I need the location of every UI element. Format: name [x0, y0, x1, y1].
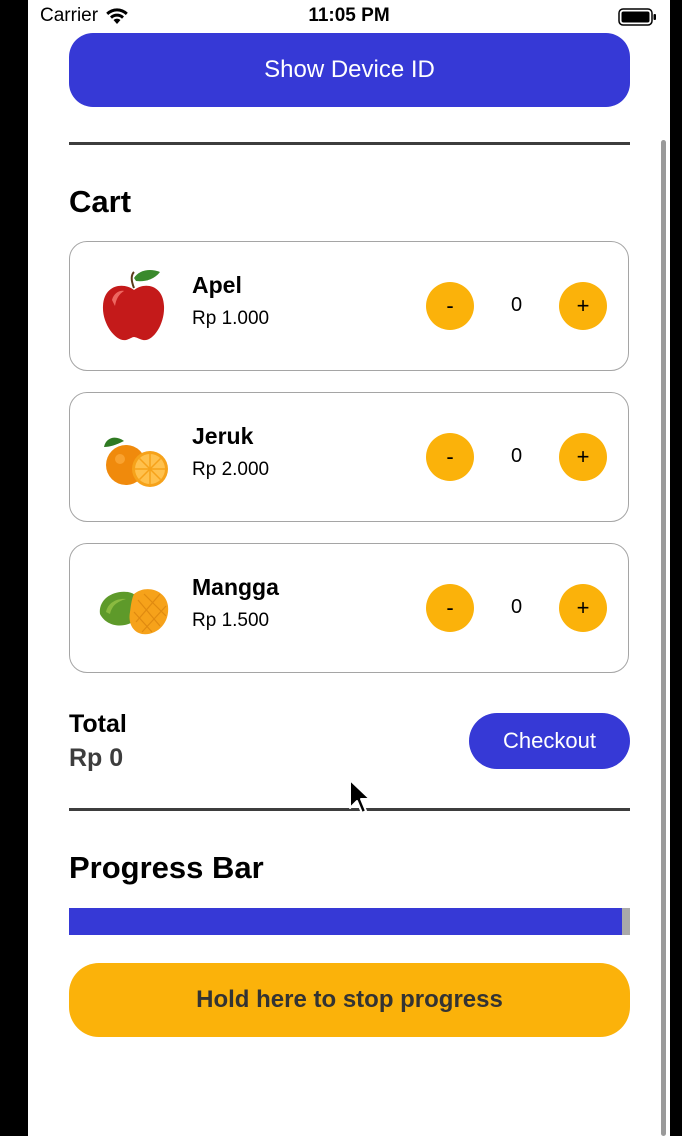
total-value: Rp 0 — [69, 744, 124, 772]
increase-button[interactable]: + — [559, 584, 607, 632]
hold-stop-progress-button[interactable]: Hold here to stop progress — [69, 963, 630, 1037]
increase-button[interactable]: + — [559, 282, 607, 330]
battery-icon — [618, 8, 656, 26]
quantity-value: 0 — [510, 596, 523, 618]
cart-item-mangga: Mangga Rp 1.500 - 0 + — [69, 543, 629, 673]
cart-item-apel: Apel Rp 1.000 - 0 + — [69, 241, 629, 371]
item-price: Rp 2.000 — [192, 459, 270, 480]
mango-icon — [99, 589, 169, 635]
decrease-button[interactable]: - — [426, 584, 474, 632]
decrease-button[interactable]: - — [426, 433, 474, 481]
item-name: Jeruk — [192, 423, 254, 449]
scrollbar[interactable] — [661, 140, 666, 1136]
mouse-cursor-icon — [349, 779, 371, 814]
checkout-button[interactable]: Checkout — [469, 713, 630, 769]
total-label: Total — [69, 710, 127, 738]
item-price: Rp 1.500 — [192, 610, 270, 631]
item-name: Apel — [192, 272, 242, 298]
decrease-button[interactable]: - — [426, 282, 474, 330]
progress-bar — [69, 908, 630, 935]
show-device-id-button[interactable]: Show Device ID — [69, 33, 630, 107]
progress-fill — [69, 908, 622, 935]
divider — [69, 142, 630, 145]
item-name: Mangga — [192, 574, 279, 600]
cart-item-jeruk: Jeruk Rp 2.000 - 0 + — [69, 392, 629, 522]
item-price: Rp 1.000 — [192, 308, 270, 329]
cart-title: Cart — [69, 184, 132, 219]
status-bar: Carrier 11:05 PM — [28, 0, 670, 32]
apple-icon — [102, 270, 165, 341]
progress-title: Progress Bar — [69, 850, 264, 885]
increase-button[interactable]: + — [559, 433, 607, 481]
app-screen: Carrier 11:05 PM Show Device ID Cart Ape… — [28, 0, 670, 1136]
quantity-value: 0 — [510, 445, 523, 467]
orange-icon — [104, 437, 168, 487]
status-time: 11:05 PM — [308, 5, 390, 26]
quantity-value: 0 — [510, 294, 523, 316]
